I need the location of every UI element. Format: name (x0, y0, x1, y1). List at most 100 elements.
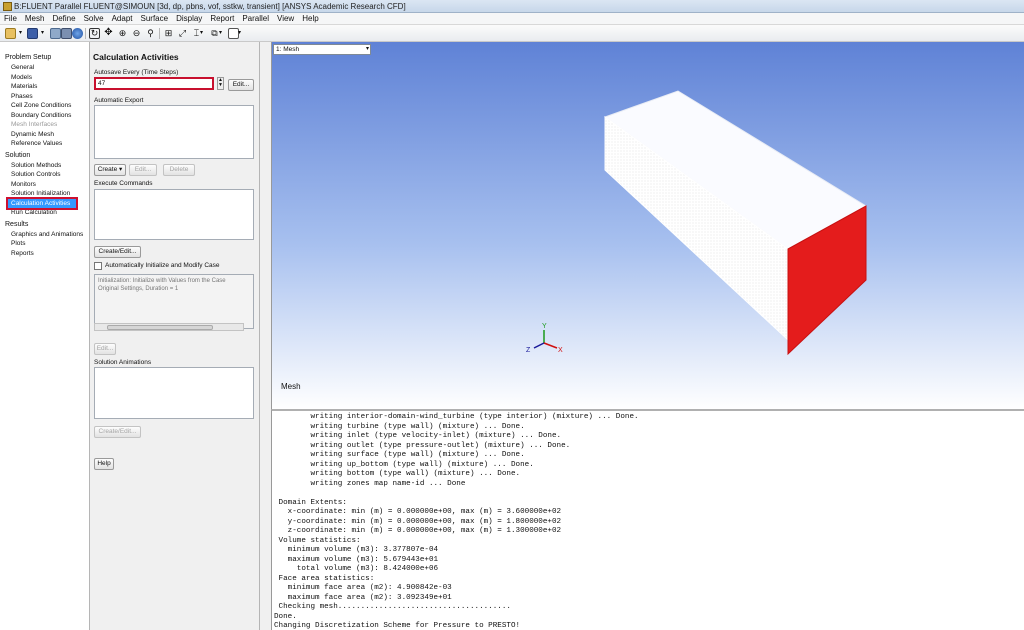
menu-display[interactable]: Display (172, 13, 206, 25)
viewport-caption: Mesh (281, 382, 301, 391)
init-text-line-2: Original Settings, Duration = 1 (98, 286, 179, 292)
edit-initialization-button[interactable]: Edit... (94, 343, 116, 355)
delete-export-button[interactable]: Delete (163, 164, 195, 176)
console-line: minimum face area (m2): 4.900842e-03 (274, 584, 452, 592)
tree-item-reference-values[interactable]: Reference Values (0, 139, 89, 149)
window-title-bar: B:FLUENT Parallel FLUENT@SIMOUN [3d, dp,… (0, 0, 1024, 13)
tree-item-mesh-interfaces[interactable]: Mesh Interfaces (0, 120, 89, 130)
menu-mesh[interactable]: Mesh (21, 13, 49, 25)
auto-initialize-checkbox[interactable] (94, 262, 102, 270)
create-dropdown-button[interactable]: Create ▾ (94, 164, 126, 176)
toolbar-separator (85, 28, 86, 39)
save-icon[interactable] (27, 28, 38, 39)
zoom-in-icon[interactable]: ⊕ (117, 28, 128, 39)
axis-z-label: Z (526, 347, 531, 354)
console-line: x-coordinate: min (m) = 0.000000e+00, ma… (274, 508, 562, 516)
graphics-viewport[interactable]: 1: Mesh ▾ Y X Z Mesh (271, 42, 1024, 409)
create-edit-animations-button[interactable]: Create/Edit... (94, 426, 141, 438)
console-line: writing surface (type wall) (mixture) ..… (274, 451, 525, 459)
mesh-render: Y X Z (526, 90, 867, 356)
automatic-export-list[interactable] (94, 105, 254, 159)
tree-item-calculation-activities[interactable]: Calculation Activities (6, 196, 78, 210)
tree-item-graphics-and-animations[interactable]: Graphics and Animations (0, 230, 89, 240)
execute-commands-label: Execute Commands (94, 180, 153, 187)
pan-icon[interactable]: ✥ (103, 28, 114, 39)
toolbar-separator (159, 28, 160, 39)
open-folder-icon[interactable] (5, 28, 16, 39)
tree-item-reports[interactable]: Reports (0, 249, 89, 259)
tree-item-boundary-conditions[interactable]: Boundary Conditions (0, 111, 89, 121)
console-line: writing outlet (type pressure-outlet) (m… (274, 441, 571, 450)
tree-category-results[interactable]: Results (0, 220, 89, 230)
automatic-export-label: Automatic Export (94, 97, 144, 104)
autosave-input[interactable]: 47 (94, 77, 214, 90)
execute-commands-list[interactable] (94, 189, 254, 240)
menu-file[interactable]: File (0, 13, 21, 25)
console-line: writing inlet (type velocity-inlet) (mix… (274, 432, 562, 440)
autosave-edit-button[interactable]: Edit... (228, 79, 254, 91)
console-output[interactable]: writing interior-domain-wind_turbine (ty… (271, 409, 1024, 630)
copy-icon[interactable] (61, 28, 72, 39)
edit-export-button[interactable]: Edit... (129, 164, 157, 176)
console-line: writing zones map name-id ... Done (274, 479, 466, 488)
menu-report[interactable]: Report (206, 13, 238, 25)
auto-initialize-label: Automatically Initialize and Modify Case (105, 262, 220, 269)
tree-category-solution[interactable]: Solution (0, 151, 89, 161)
chevron-down-icon[interactable]: ▾ (238, 28, 243, 39)
help-button[interactable]: Help (94, 458, 114, 470)
print-icon[interactable] (50, 28, 61, 39)
solution-animations-label: Solution Animations (94, 359, 152, 366)
tree-item-solution-methods[interactable]: Solution Methods (0, 161, 89, 171)
help-icon[interactable] (72, 28, 83, 39)
fit-view-icon[interactable]: ⤢ (177, 28, 188, 39)
fluent-app-icon (3, 2, 12, 11)
zoom-out-icon[interactable]: ⊖ (131, 28, 142, 39)
tree-item-phases[interactable]: Phases (0, 92, 89, 102)
axis-y-label: Y (542, 323, 547, 330)
menu-parallel[interactable]: Parallel (238, 13, 273, 25)
panel-title: Calculation Activities (93, 52, 179, 62)
tree-item-run-calculation[interactable]: Run Calculation (0, 208, 89, 218)
tree-item-materials[interactable]: Materials (0, 82, 89, 92)
rotate-icon[interactable]: ↻ (89, 28, 100, 39)
chevron-down-icon[interactable]: ▾ (41, 28, 46, 39)
create-button-label: Create (97, 166, 118, 173)
menu-view[interactable]: View (273, 13, 298, 25)
console-line: Domain Extents: (274, 498, 347, 507)
chevron-down-icon[interactable]: ▾ (19, 28, 24, 39)
menu-define[interactable]: Define (48, 13, 79, 25)
axis-triad: Y X Z (526, 323, 563, 354)
horizontal-scrollbar[interactable] (94, 323, 244, 331)
menu-help[interactable]: Help (298, 13, 322, 25)
tree-item-cell-zone-conditions[interactable]: Cell Zone Conditions (0, 101, 89, 111)
tree-item-monitors[interactable]: Monitors (0, 180, 89, 190)
menu-adapt[interactable]: Adapt (108, 13, 137, 25)
create-edit-commands-button[interactable]: Create/Edit... (94, 246, 141, 258)
chevron-down-icon[interactable]: ▾ (200, 28, 205, 39)
tree-item-solution-initialization[interactable]: Solution Initialization (0, 189, 89, 199)
console-line: writing interior-domain-wind_turbine (ty… (274, 413, 639, 421)
chevron-down-icon: ▾ (119, 166, 123, 173)
tree-item-solution-controls[interactable]: Solution Controls (0, 170, 89, 180)
tree-item-dynamic-mesh[interactable]: Dynamic Mesh (0, 130, 89, 140)
menu-solve[interactable]: Solve (80, 13, 108, 25)
autosave-spinner[interactable]: ▲ ▼ (217, 77, 224, 90)
menu-bar: File Mesh Define Solve Adapt Surface Display Re… (0, 13, 1024, 25)
probe-icon[interactable]: ⚲ (145, 28, 156, 39)
navigation-tree: Problem Setup General Models Materials P… (0, 42, 90, 630)
tree-item-plots[interactable]: Plots (0, 239, 89, 249)
console-line: writing turbine (type wall) (mixture) ..… (274, 422, 525, 431)
tree-item-models[interactable]: Models (0, 73, 89, 83)
menu-surface[interactable]: Surface (137, 13, 173, 25)
tree-item-general[interactable]: General (0, 63, 89, 73)
solution-animations-list[interactable] (94, 367, 254, 419)
console-line: minimum volume (m3): 3.377807e-04 (274, 546, 439, 554)
scrollbar-thumb[interactable] (107, 325, 213, 330)
tree-category-problem-setup[interactable]: Problem Setup (0, 53, 89, 63)
console-line: y-coordinate: min (m) = 0.000000e+00, ma… (274, 517, 562, 526)
console-line: Changing Discretization Scheme for Press… (274, 622, 521, 630)
console-line: maximum face area (m2): 3.092349e+01 (274, 593, 452, 602)
calculation-activities-panel: Calculation Activities Autosave Every (T… (90, 42, 260, 630)
chevron-down-icon[interactable]: ▾ (219, 28, 224, 39)
zoom-to-area-icon[interactable]: ⊞ (163, 28, 174, 39)
